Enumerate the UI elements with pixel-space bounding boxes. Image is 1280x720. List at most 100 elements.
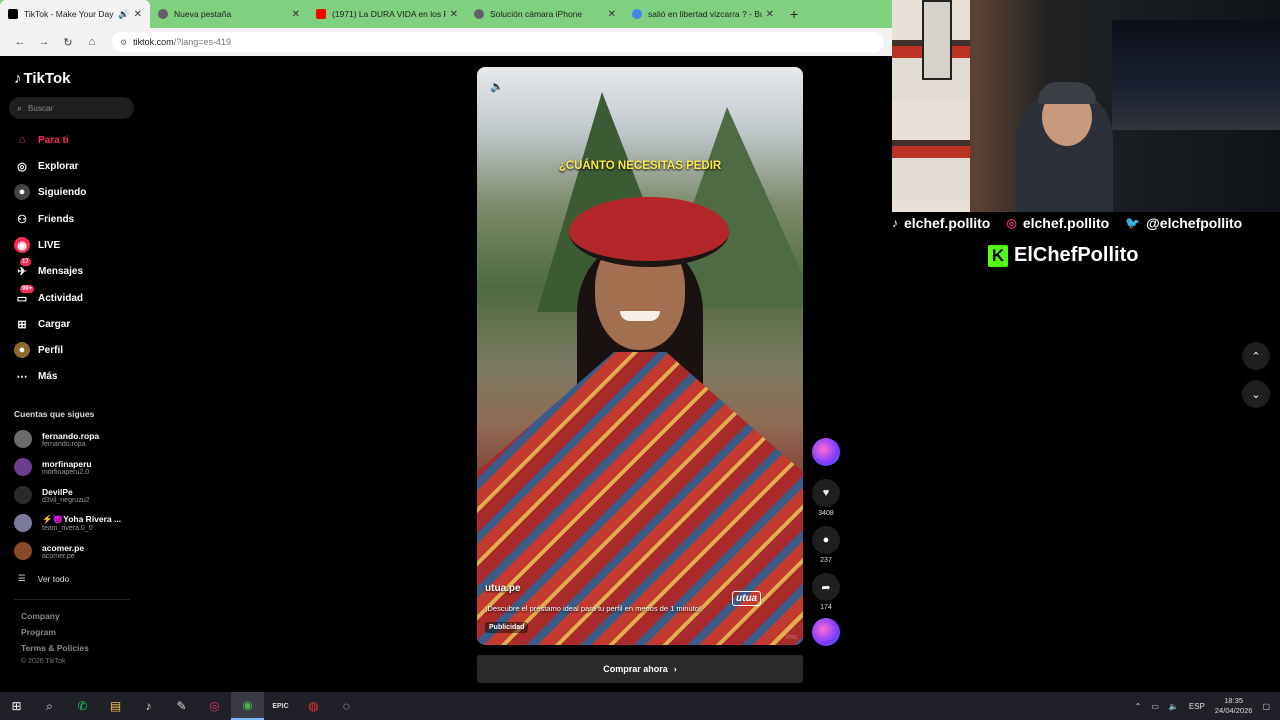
search-input[interactable]: ⌕ Buscar <box>9 97 134 119</box>
home-icon[interactable]: ⌂ <box>80 36 104 48</box>
window-city-view <box>1112 20 1280 130</box>
nav-following[interactable]: ● Siguiendo <box>14 184 86 200</box>
epic-games-icon[interactable]: EPIC <box>264 692 297 720</box>
close-tab-icon[interactable]: ✕ <box>608 9 616 20</box>
footer-link-program[interactable]: Program <box>21 627 56 637</box>
nav-label: Mensajes <box>38 265 84 277</box>
kick-channel-name: ElChefPollito <box>1014 244 1139 266</box>
logo-text: TikTok <box>23 70 71 87</box>
instagram-app-icon[interactable]: ◎ <box>198 692 231 720</box>
tiktok-note-icon: ♪ <box>14 70 22 87</box>
tiktok-logo[interactable]: ♪ TikTok <box>14 70 70 87</box>
creator-avatar-button[interactable] <box>812 438 840 466</box>
tab-title: (1971) La DURA VIDA en los PU <box>332 9 446 19</box>
close-tab-icon[interactable]: ✕ <box>134 9 142 20</box>
drawing-app-icon[interactable]: ✎ <box>165 692 198 720</box>
nav-messages[interactable]: ✈ 17 Mensajes <box>14 258 84 279</box>
friends-icon: ⚇ <box>17 213 27 226</box>
back-icon[interactable]: ← <box>8 36 32 48</box>
search-icon: ⌕ <box>17 102 23 113</box>
profile-icon: ● <box>14 342 30 358</box>
footer-link-company[interactable]: Company <box>21 611 60 621</box>
tab-new-tab[interactable]: Nueva pestaña ✕ <box>150 0 308 28</box>
chevron-up-icon[interactable]: ⌃ <box>1135 702 1142 711</box>
speaker-icon[interactable]: 🔊 <box>118 9 129 20</box>
network-icon[interactable]: ▭ <box>1151 702 1159 711</box>
like-button[interactable]: ♥ 3408 <box>812 479 840 517</box>
chevron-up-icon: ⌃ <box>1251 350 1261 363</box>
nav-label: Más <box>38 370 58 382</box>
account-handle: team_rivera.0_0 <box>42 525 93 532</box>
activity-icon: ▭ 99+ <box>16 285 35 305</box>
tiktok-favicon-icon <box>8 9 18 19</box>
volume-icon[interactable]: 🔈 <box>490 80 504 93</box>
video-player[interactable]: 🔈 ··· ¿CUÁNTO NECESITAS PEDIR utua.pe ¡D… <box>477 67 803 645</box>
comment-count: 237 <box>820 557 832 564</box>
url-path: /?lang=es-419 <box>173 37 231 47</box>
comment-button[interactable]: ● 237 <box>812 526 840 564</box>
clock[interactable]: 18:35 24/04/2026 <box>1215 696 1253 716</box>
nav-label: Explorar <box>38 160 79 172</box>
social-tiktok: ♪ elchef.pollito <box>892 215 991 231</box>
nav-friends[interactable]: ⚇ Friends <box>14 211 74 227</box>
share-button[interactable]: ➦ 174 <box>812 573 840 611</box>
app-icon[interactable]: ◌ <box>330 692 363 720</box>
nav-profile[interactable]: ● Perfil <box>14 342 63 358</box>
close-tab-icon[interactable]: ✕ <box>766 9 774 20</box>
new-tab-button[interactable]: + <box>782 6 806 22</box>
followed-account[interactable]: fernando.ropa fernando.ropa <box>14 428 99 450</box>
whatsapp-icon[interactable]: ✆ <box>66 692 99 720</box>
url-field[interactable]: ⚙ tiktok.com/?lang=es-419 <box>112 32 884 52</box>
windows-taskbar: ⊞ ⌕ ✆ ▤ ♪ ✎ ◎ ◉ EPIC ◍ ◌ ⌃ ▭ 🔈 ESP 18:35… <box>0 692 1280 720</box>
more-options-icon[interactable]: ··· <box>780 78 791 90</box>
nav-for-you[interactable]: ⌂ Para ti <box>14 132 69 148</box>
forward-icon[interactable]: → <box>32 36 56 48</box>
list-icon: ☰ <box>18 573 26 583</box>
music-disc-icon <box>812 618 840 646</box>
nav-more[interactable]: ⋯ Más <box>14 368 58 384</box>
smile-shape <box>620 311 660 321</box>
music-disc-button[interactable] <box>812 618 840 646</box>
volume-icon[interactable]: 🔈 <box>1169 702 1179 711</box>
followed-account[interactable]: acomer.pe acomer.pe <box>14 540 84 562</box>
close-tab-icon[interactable]: ✕ <box>292 9 300 20</box>
file-explorer-icon[interactable]: ▤ <box>99 692 132 720</box>
nav-live[interactable]: ◉ LIVE <box>14 237 60 253</box>
shop-now-button[interactable]: Comprar ahora › <box>477 655 803 683</box>
next-video-button[interactable]: ⌄ <box>1242 380 1270 408</box>
like-count: 3408 <box>818 510 834 517</box>
start-icon[interactable]: ⊞ <box>0 692 33 720</box>
obs-icon[interactable]: ◍ <box>297 692 330 720</box>
webcam-overlay <box>892 0 1280 212</box>
tab-camera[interactable]: Solución cámara iPhone ✕ <box>466 0 624 28</box>
tiktok-app-icon[interactable]: ♪ <box>132 692 165 720</box>
tab-youtube[interactable]: (1971) La DURA VIDA en los PU ✕ <box>308 0 466 28</box>
site-info-icon[interactable]: ⚙ <box>120 38 127 47</box>
nav-label: Perfil <box>38 344 64 356</box>
followed-account[interactable]: morfinaperu morfinaperu2.0 <box>14 456 92 478</box>
chrome-favicon-icon <box>158 9 168 19</box>
previous-video-button[interactable]: ⌃ <box>1242 342 1270 370</box>
nav-activity[interactable]: ▭ 99+ Actividad <box>14 285 83 306</box>
reload-icon[interactable]: ↻ <box>56 36 80 49</box>
chevron-down-icon: ⌄ <box>1251 388 1261 401</box>
see-all-button[interactable]: ☰ Ver todo <box>18 573 69 584</box>
nav-explore[interactable]: ◎ Explorar <box>14 158 79 174</box>
footer-link-terms[interactable]: Terms & Policies <box>21 643 89 653</box>
search-icon[interactable]: ⌕ <box>33 692 66 720</box>
globe-favicon-icon <box>474 9 484 19</box>
tab-google[interactable]: salió en libertad vizcarra ? - Bu ✕ <box>624 0 782 28</box>
avatar <box>14 514 32 532</box>
chrome-icon[interactable]: ◉ <box>231 692 264 720</box>
language-indicator[interactable]: ESP <box>1189 702 1205 711</box>
followed-account[interactable]: ⚡😈Yoha Rivera ... team_rivera.0_0 <box>14 512 121 534</box>
home-icon: ⌂ <box>18 134 26 146</box>
tab-tiktok[interactable]: TikTok - Make Your Day 🔊 ✕ <box>0 0 150 28</box>
close-tab-icon[interactable]: ✕ <box>450 9 458 20</box>
followed-account[interactable]: DevilPe d3vil_negruzu2 <box>14 484 89 506</box>
video-author[interactable]: utua.pe <box>485 583 521 594</box>
nav-upload[interactable]: ⊞ Cargar <box>14 316 70 332</box>
account-handle: d3vil_negruzu2 <box>42 496 90 504</box>
notifications-icon[interactable]: ▢ <box>1262 702 1270 711</box>
nav-label: Friends <box>38 213 75 225</box>
